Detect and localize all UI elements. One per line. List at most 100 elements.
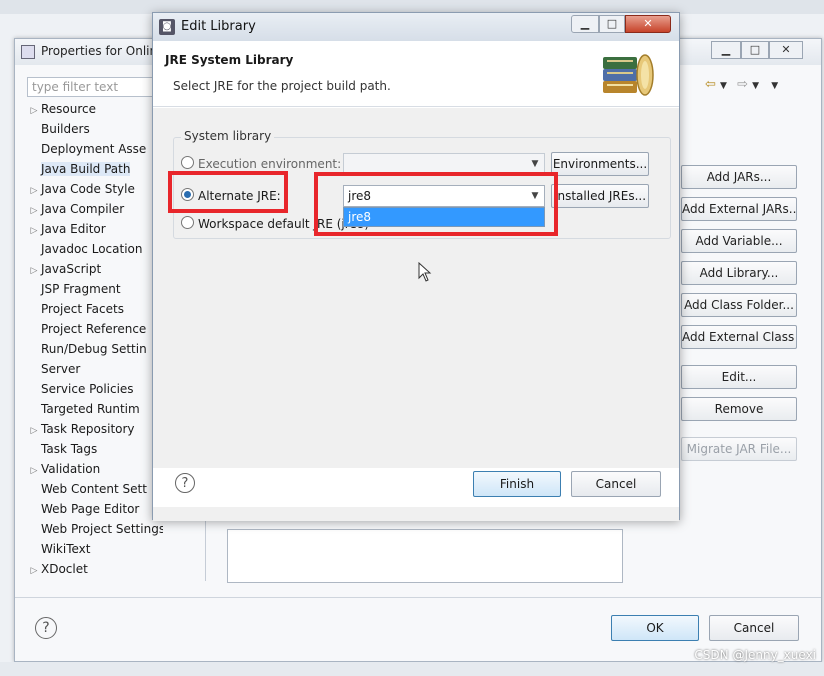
details-list[interactable] bbox=[227, 529, 623, 583]
properties-maximize-button[interactable]: □ bbox=[741, 41, 769, 59]
tree-item-label: Run/Debug Settin bbox=[41, 342, 147, 356]
installed-jres-button[interactable]: Installed JREs... bbox=[551, 184, 649, 208]
side-button[interactable]: Add Class Folder... bbox=[681, 293, 797, 317]
side-button[interactable]: Add External Class Folder... bbox=[681, 325, 797, 349]
tree-item-label: Project Facets bbox=[41, 302, 124, 316]
filter-input[interactable]: type filter text bbox=[27, 77, 161, 97]
tree-item[interactable]: ▷ JavaScript bbox=[27, 259, 163, 279]
tree-item[interactable]: Targeted Runtim bbox=[27, 399, 163, 419]
view-menu-icon[interactable]: ▼ bbox=[771, 81, 778, 91]
tree-item-label: Task Repository bbox=[41, 422, 135, 436]
execution-environment-radio-circle[interactable] bbox=[181, 156, 194, 169]
expand-arrow-icon[interactable]: ▷ bbox=[27, 261, 41, 279]
properties-minimize-button[interactable]: ▁ bbox=[711, 41, 741, 59]
tree-item[interactable]: Server bbox=[27, 359, 163, 379]
tree-item[interactable]: Service Policies bbox=[27, 379, 163, 399]
dialog-header: JRE System Library Select JRE for the pr… bbox=[153, 41, 679, 107]
tree-item[interactable]: ▷ Java Editor bbox=[27, 219, 163, 239]
tree-item-label: Java Editor bbox=[41, 222, 106, 236]
properties-title: Properties for Onlin bbox=[41, 44, 158, 58]
tree-item-label: Task Tags bbox=[41, 442, 98, 456]
tree-item[interactable]: WikiText bbox=[27, 539, 163, 559]
tree-item-label: Targeted Runtim bbox=[41, 402, 140, 416]
dialog-heading: JRE System Library bbox=[165, 53, 294, 67]
tree-item[interactable]: ▷ XDoclet bbox=[27, 559, 163, 579]
tree-item[interactable]: Task Tags bbox=[27, 439, 163, 459]
tree-item[interactable]: Builders bbox=[27, 119, 163, 139]
properties-close-button[interactable]: ✕ bbox=[769, 41, 803, 59]
tree-item-label: JSP Fragment bbox=[41, 282, 121, 296]
chevron-down-icon[interactable]: ▼ bbox=[528, 156, 542, 172]
tree-item[interactable]: JSP Fragment bbox=[27, 279, 163, 299]
tree-item-label: Server bbox=[41, 362, 81, 376]
forward-menu-chevron-icon[interactable]: ▼ bbox=[752, 81, 759, 91]
tree-item[interactable]: ▷ Resource bbox=[27, 99, 163, 119]
tree-item-label: JavaScript bbox=[41, 262, 102, 276]
forward-arrow-icon[interactable]: ⇨ bbox=[737, 77, 748, 92]
filter-placeholder: type filter text bbox=[32, 80, 119, 94]
tree-item[interactable]: ▷ Validation bbox=[27, 459, 163, 479]
execution-environment-label: Execution environment: bbox=[198, 157, 342, 171]
tree-item[interactable]: Javadoc Location bbox=[27, 239, 163, 259]
back-arrow-icon[interactable]: ⇦ bbox=[705, 77, 716, 92]
back-menu-chevron-icon[interactable]: ▼ bbox=[720, 81, 727, 91]
tree-item[interactable]: Web Project Settings bbox=[27, 519, 163, 539]
side-button[interactable]: Edit... bbox=[681, 365, 797, 389]
dialog-title: Edit Library bbox=[181, 19, 256, 34]
expand-arrow-icon[interactable]: ▷ bbox=[27, 181, 41, 199]
system-library-label: System library bbox=[181, 129, 275, 143]
highlight-box bbox=[168, 171, 288, 213]
library-books-icon bbox=[603, 54, 654, 96]
finish-button[interactable]: Finish bbox=[473, 471, 561, 497]
side-button[interactable]: Remove bbox=[681, 397, 797, 421]
side-button[interactable]: Migrate JAR File... bbox=[681, 437, 797, 461]
tree-item-label: Java Code Style bbox=[41, 182, 135, 196]
history-navigation[interactable]: ⇦ ▼ ⇨ ▼ ▼ bbox=[705, 77, 815, 97]
tree-item-label: Javadoc Location bbox=[41, 242, 143, 256]
tree-item[interactable]: Web Content Sett bbox=[27, 479, 163, 499]
dialog-close-button[interactable]: ✕ bbox=[625, 15, 671, 33]
expand-arrow-icon[interactable]: ▷ bbox=[27, 561, 41, 579]
side-button[interactable]: Add Variable... bbox=[681, 229, 797, 253]
highlight-box bbox=[314, 172, 558, 236]
help-icon[interactable]: ? bbox=[175, 473, 195, 493]
tree-item[interactable]: Project Facets bbox=[27, 299, 163, 319]
side-button[interactable]: Add Library... bbox=[681, 261, 797, 285]
tree-item[interactable]: Java Build Path bbox=[27, 159, 163, 179]
tree-item[interactable]: Deployment Asse bbox=[27, 139, 163, 159]
workspace-default-radio-circle[interactable] bbox=[181, 216, 194, 229]
dialog-description: Select JRE for the project build path. bbox=[173, 79, 391, 93]
separator bbox=[15, 597, 821, 598]
environments-button[interactable]: Environments... bbox=[551, 152, 649, 176]
expand-arrow-icon[interactable]: ▷ bbox=[27, 201, 41, 219]
tree-item-label: WikiText bbox=[41, 542, 91, 556]
properties-app-icon bbox=[21, 45, 35, 59]
tree-item-label: Builders bbox=[41, 122, 90, 136]
expand-arrow-icon[interactable]: ▷ bbox=[27, 101, 41, 119]
tree-item[interactable]: Web Page Editor bbox=[27, 499, 163, 519]
properties-cancel-button[interactable]: Cancel bbox=[709, 615, 799, 641]
ok-button[interactable]: OK bbox=[611, 615, 699, 641]
tree-item[interactable]: ▷ Java Compiler bbox=[27, 199, 163, 219]
expand-arrow-icon[interactable]: ▷ bbox=[27, 461, 41, 479]
side-button[interactable]: Add External JARs... bbox=[681, 197, 797, 221]
dialog-maximize-button[interactable]: □ bbox=[599, 15, 625, 33]
tree-item[interactable]: ▷ Java Code Style bbox=[27, 179, 163, 199]
dialog-footer bbox=[153, 507, 679, 521]
tree-item-label: Web Page Editor bbox=[41, 502, 140, 516]
dialog-minimize-button[interactable]: ▁ bbox=[571, 15, 599, 33]
taskbar-strip bbox=[0, 662, 824, 676]
tree-item-label: Validation bbox=[41, 462, 101, 476]
dialog-titlebar: ◙ Edit Library ▁ □ ✕ bbox=[153, 13, 679, 41]
tree-item[interactable]: Run/Debug Settin bbox=[27, 339, 163, 359]
cancel-button[interactable]: Cancel bbox=[571, 471, 661, 497]
tree-item-label: XDoclet bbox=[41, 562, 88, 576]
expand-arrow-icon[interactable]: ▷ bbox=[27, 221, 41, 239]
side-button[interactable]: Add JARs... bbox=[681, 165, 797, 189]
expand-arrow-icon[interactable]: ▷ bbox=[27, 421, 41, 439]
help-icon[interactable]: ? bbox=[35, 617, 57, 639]
tree-item[interactable]: Project Reference bbox=[27, 319, 163, 339]
tree-item[interactable]: ▷ Task Repository bbox=[27, 419, 163, 439]
tree-item-label: Project Reference bbox=[41, 322, 147, 336]
tree-item-label: Java Compiler bbox=[41, 202, 125, 216]
